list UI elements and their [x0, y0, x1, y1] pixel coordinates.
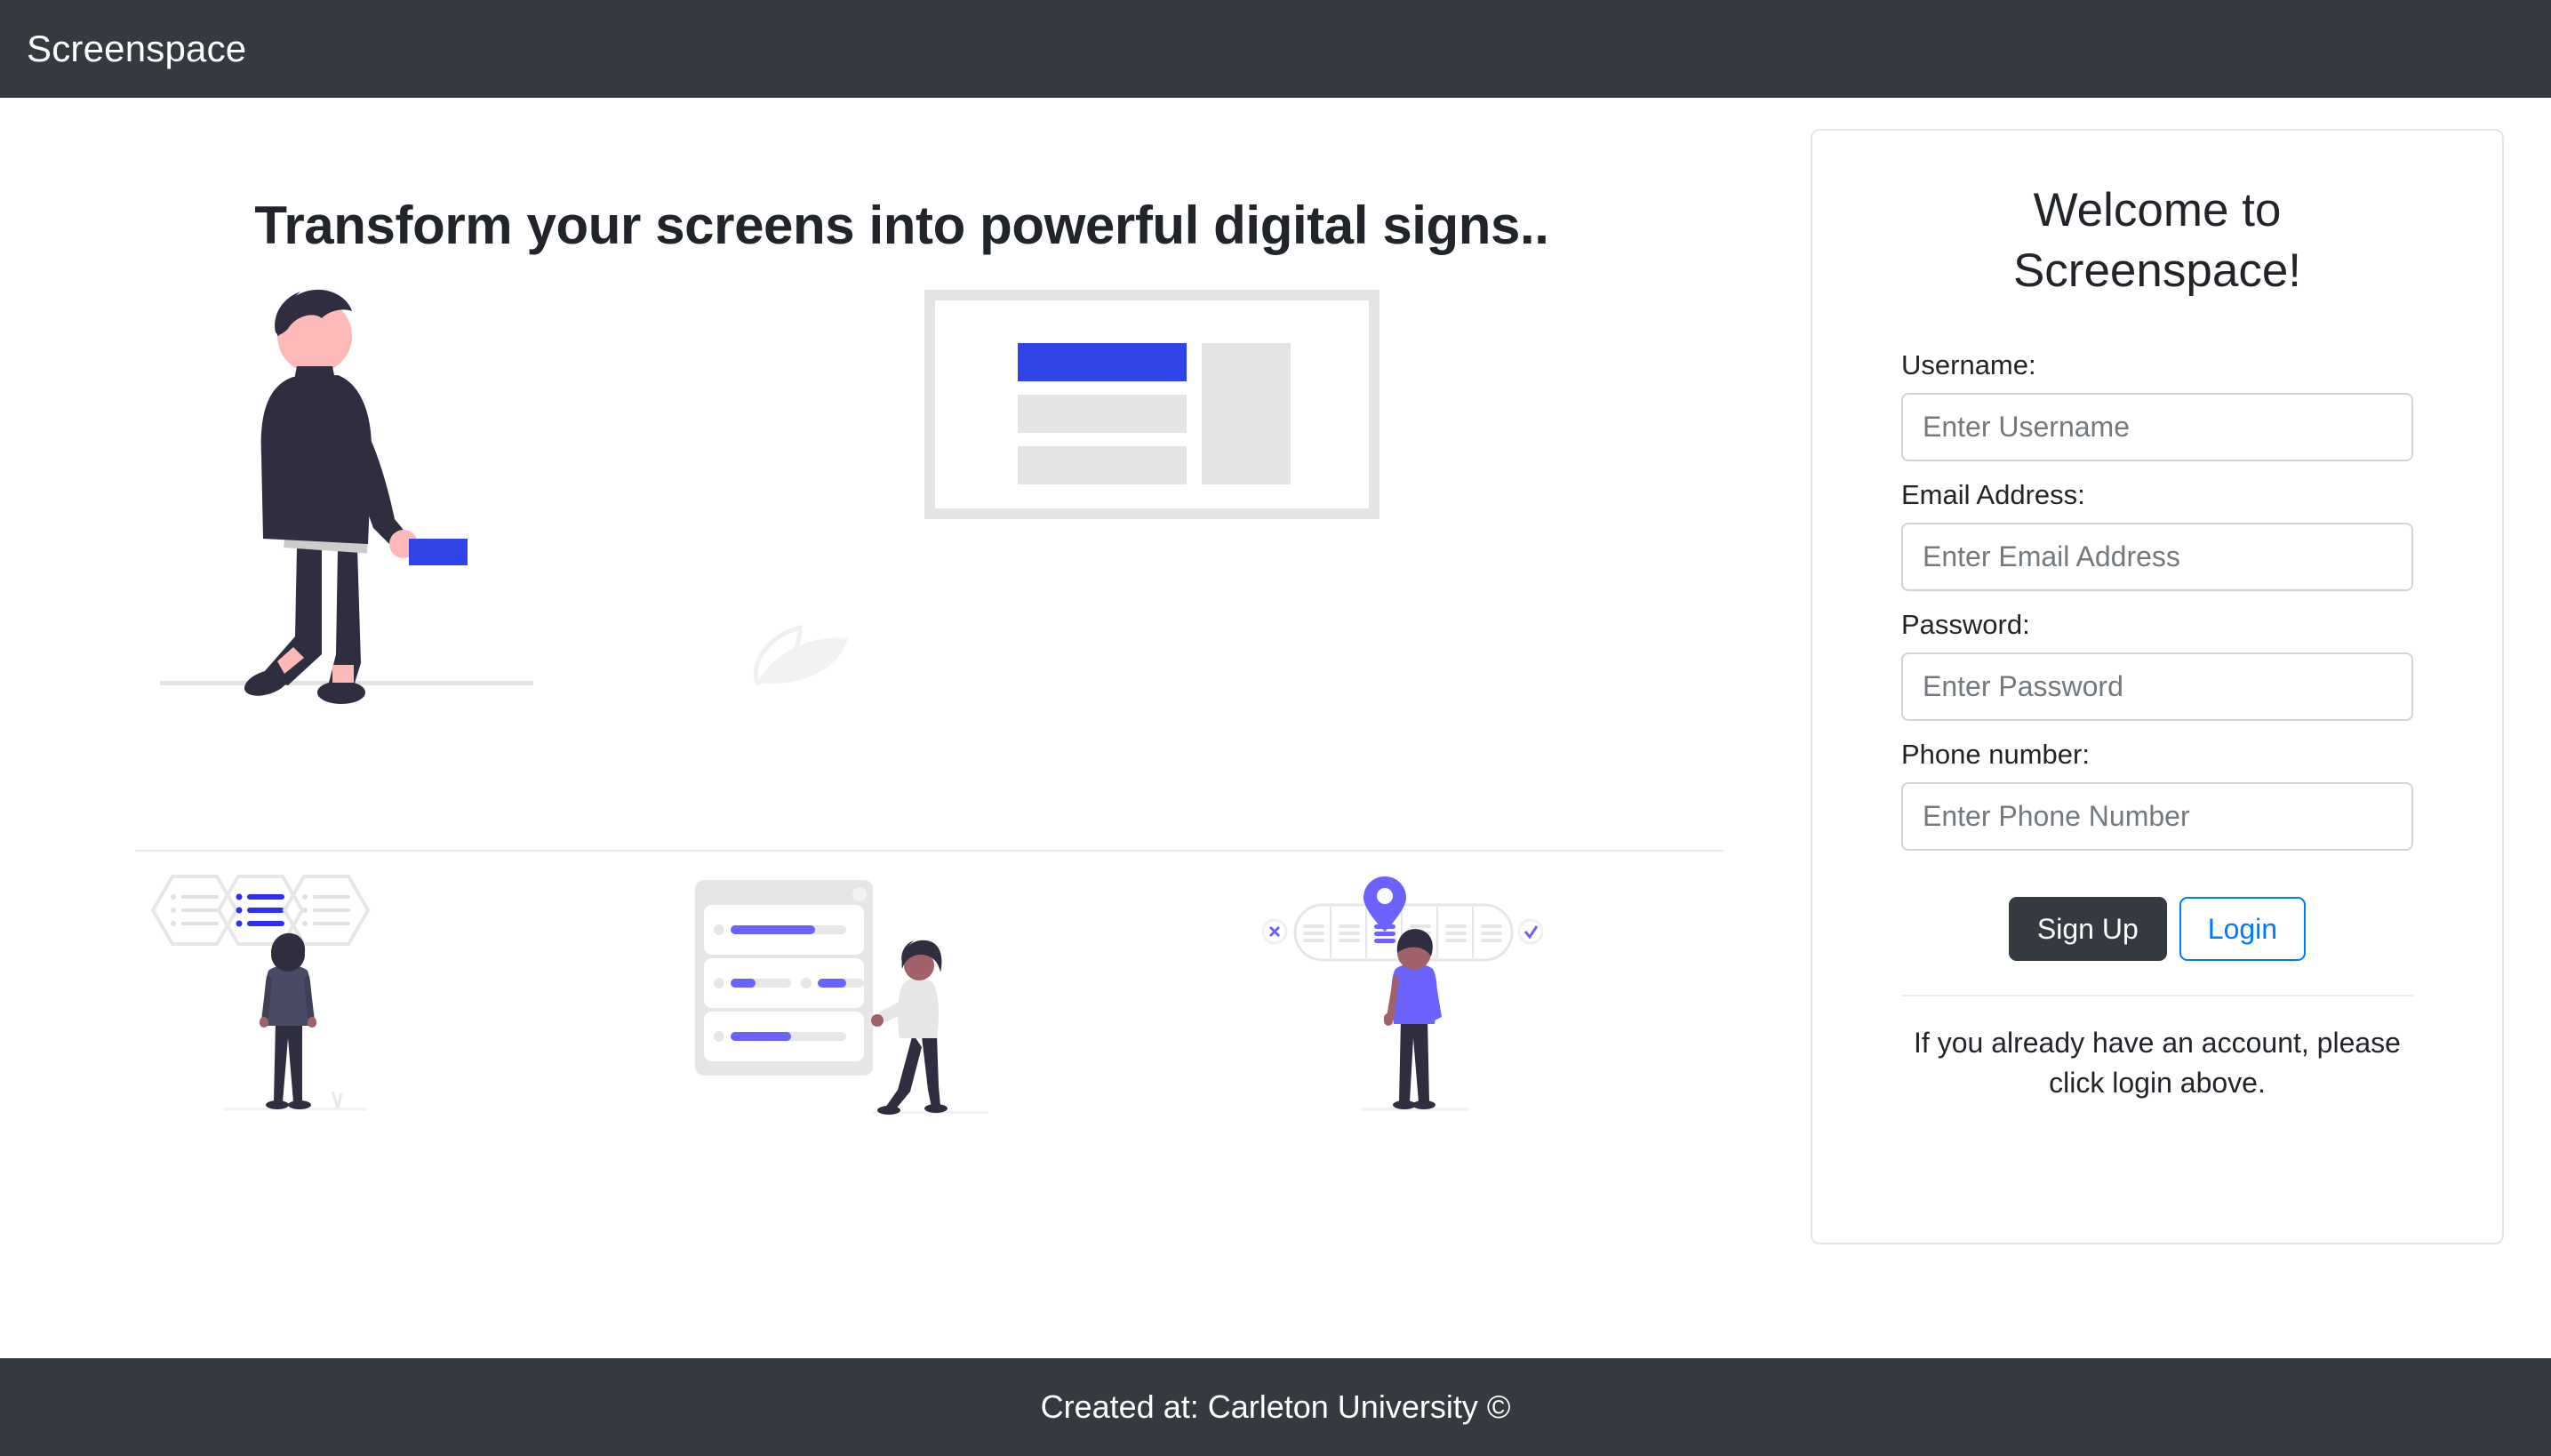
schedule-timeline-illustration [1261, 876, 1544, 1111]
card-divider [1901, 995, 2413, 997]
password-label: Password: [1901, 608, 2030, 640]
feature-illustrations [150, 875, 1544, 1115]
email-field-group: Email Address: [1901, 479, 2413, 591]
signup-card: Welcome to Screenspace! Username: Email … [1811, 129, 2504, 1244]
walking-businessman-illustration [160, 289, 1379, 704]
sign-up-button[interactable]: Sign Up [2008, 896, 2167, 962]
phone-field-group: Phone number: [1901, 739, 2413, 851]
page-body: Transform your screens into powerful dig… [0, 98, 2551, 1358]
hero-illustration [55, 281, 1748, 850]
login-button[interactable]: Login [2179, 896, 2307, 962]
password-field-group: Password: [1901, 609, 2413, 721]
top-navbar: Screenspace [0, 0, 2551, 98]
password-input[interactable] [1901, 652, 2413, 721]
leaf-decoration [753, 624, 848, 685]
auth-button-row: Sign Up Login [1901, 896, 2413, 962]
page-footer: Created at: Carleton University © [0, 1358, 2551, 1456]
login-hint-text: If you already have an account, please c… [1914, 1027, 2401, 1100]
signup-card-title: Welcome to Screenspace! [2012, 184, 2302, 297]
username-field-group: Username: [1901, 349, 2413, 461]
marketing-column: Transform your screens into powerful dig… [55, 129, 1748, 1163]
email-input[interactable] [1901, 522, 2413, 591]
username-label: Username: [1901, 348, 2036, 380]
username-input[interactable] [1901, 392, 2413, 461]
check-icon [1523, 925, 1539, 940]
close-icon [1268, 925, 1281, 938]
feature-illustration-row [55, 869, 1748, 1163]
email-label: Email Address: [1901, 478, 2085, 510]
content-selection-illustration [150, 875, 371, 1110]
playlist-progress-illustration [695, 880, 988, 1115]
map-pin-icon [1363, 876, 1406, 932]
phone-label: Phone number: [1901, 738, 2090, 770]
briefcase-icon [409, 539, 468, 565]
brand-logo-text[interactable]: Screenspace [27, 28, 246, 70]
digital-sign-screen-mockup [924, 290, 1379, 519]
footer-credit-text: Created at: Carleton University © [1040, 1388, 1511, 1425]
section-divider [135, 850, 1723, 852]
page-title: Transform your screens into powerful dig… [254, 196, 1549, 255]
phone-input[interactable] [1901, 781, 2413, 851]
